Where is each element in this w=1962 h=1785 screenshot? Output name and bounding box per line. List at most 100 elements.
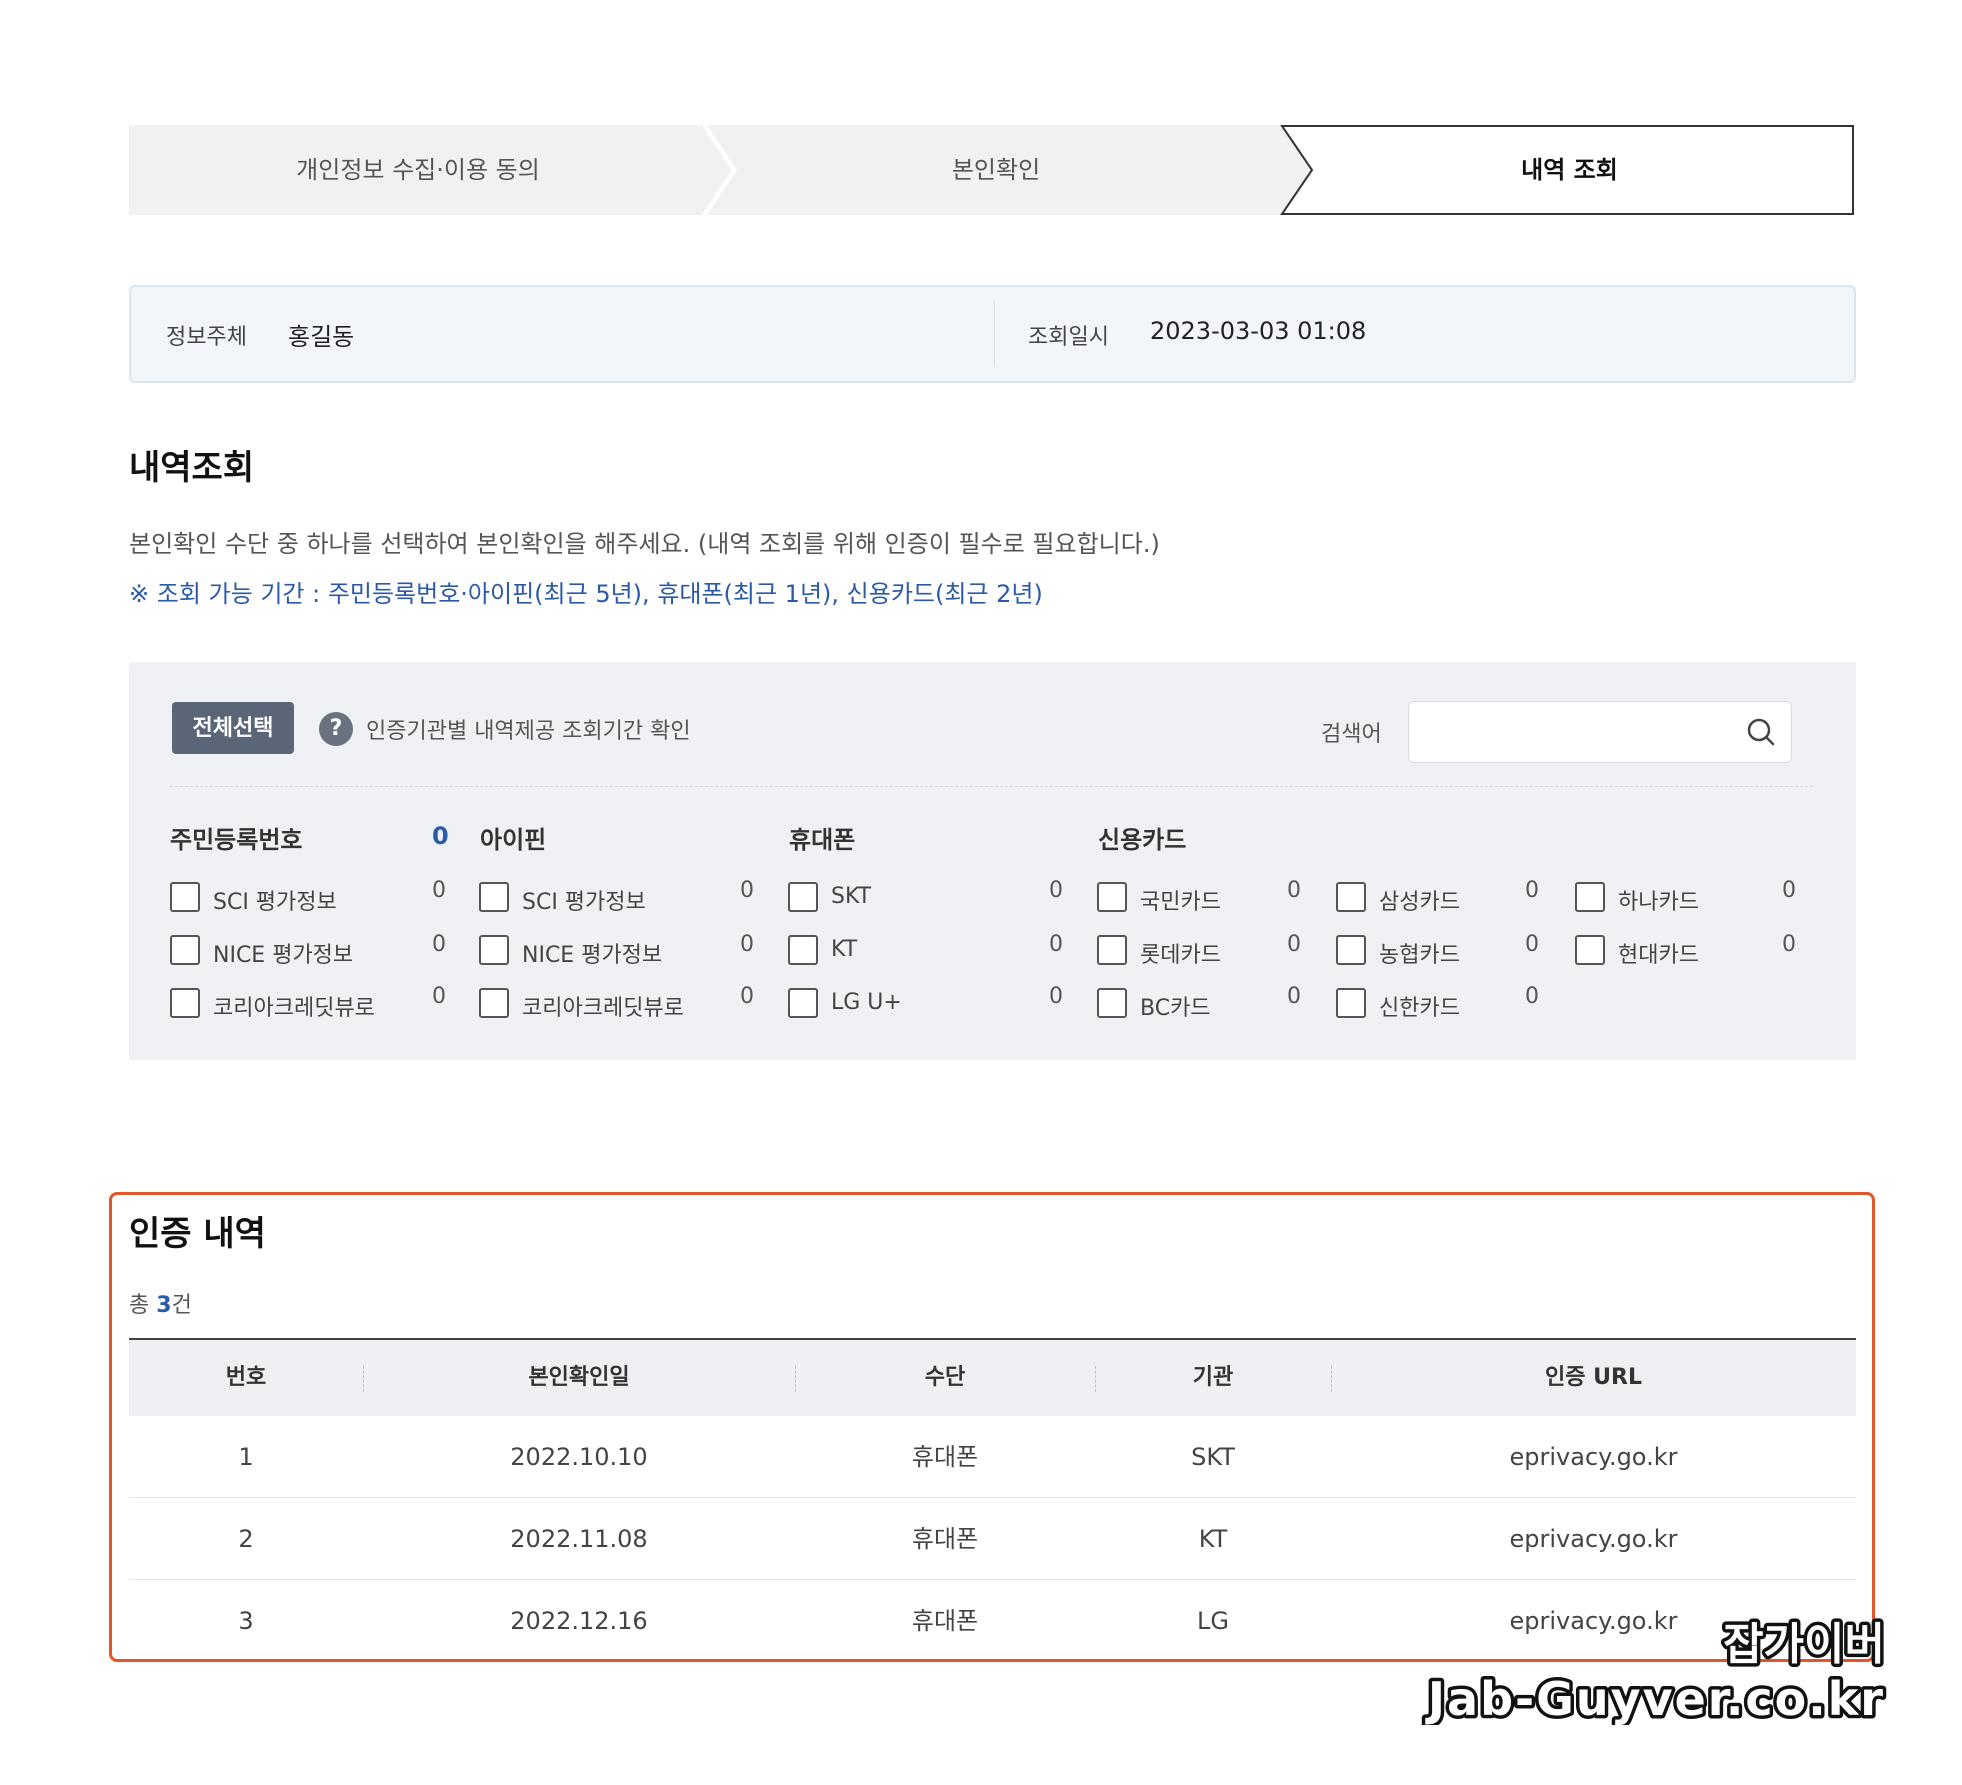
info-summary-box: 정보주체 홍길동 조회일시 2023-03-03 01:08 — [129, 285, 1856, 383]
checkbox-count: 0 — [432, 984, 446, 1009]
search-input[interactable] — [1409, 702, 1739, 762]
checkbox-count: 0 — [432, 932, 446, 957]
checkbox-label: NICE 평가정보 — [213, 943, 354, 968]
checkbox-label: LG U+ — [831, 990, 902, 1015]
step-consent: 개인정보 수집·이용 동의 — [296, 156, 540, 184]
cell-agency: KT — [1198, 1525, 1228, 1553]
total-number: 3 — [156, 1293, 172, 1318]
checkbox-count: 0 — [1525, 878, 1539, 903]
watermark-line-1: 잡가이버 — [1723, 1619, 1885, 1670]
checkbox-count: 0 — [1287, 984, 1301, 1009]
checkbox-label: KT — [831, 937, 858, 962]
checkbox-ipin-sci[interactable] — [479, 882, 509, 912]
search-icon[interactable] — [1744, 715, 1778, 749]
checkbox-resident-nice[interactable] — [170, 935, 200, 965]
checkbox-label: SCI 평가정보 — [522, 890, 646, 915]
checkbox-count: 0 — [740, 878, 754, 903]
cell-url[interactable]: eprivacy.go.kr — [1331, 1498, 1856, 1580]
column-header-number: 번호 — [225, 1365, 267, 1390]
checkbox-card-samsung[interactable] — [1336, 882, 1366, 912]
checkbox-card-bc[interactable] — [1097, 988, 1127, 1018]
step-history: 내역 조회 — [1521, 156, 1618, 184]
checkbox-label: 국민카드 — [1140, 890, 1221, 915]
period-notice: ※ 조회 가능 기간 : 주민등록번호·아이핀(최근 5년), 휴대폰(최근 1… — [129, 580, 1043, 608]
checkbox-phone-skt[interactable] — [788, 882, 818, 912]
checkbox-label: 신한카드 — [1379, 996, 1460, 1021]
table-row: 1 2022.10.10 휴대폰 SKT eprivacy.go.kr — [129, 1416, 1856, 1498]
cell-agency: SKT — [1191, 1443, 1235, 1471]
panel-divider — [170, 786, 1813, 787]
select-all-button[interactable]: 전체선택 — [172, 702, 294, 754]
checkbox-count: 0 — [1782, 878, 1796, 903]
checkbox-card-shinhan[interactable] — [1336, 988, 1366, 1018]
section-description: 본인확인 수단 중 하나를 선택하여 본인확인을 해주세요. (내역 조회를 위… — [129, 530, 1160, 558]
column-header-method: 수단 — [924, 1365, 966, 1390]
checkbox-label: SCI 평가정보 — [213, 890, 337, 915]
checkbox-label: 코리아크레딧뷰로 — [522, 996, 684, 1021]
cell-agency: LG — [1197, 1607, 1229, 1635]
checkbox-count: 0 — [1287, 932, 1301, 957]
search-label: 검색어 — [1321, 722, 1382, 747]
cell-url[interactable]: eprivacy.go.kr — [1331, 1416, 1856, 1498]
query-date-label: 조회일시 — [1028, 325, 1109, 350]
checkbox-card-kookmin[interactable] — [1097, 882, 1127, 912]
checkbox-label: NICE 평가정보 — [522, 943, 663, 968]
checkbox-card-nonghyup[interactable] — [1336, 935, 1366, 965]
total-prefix: 총 — [129, 1293, 150, 1318]
checkbox-count: 0 — [740, 932, 754, 957]
search-box — [1408, 701, 1792, 763]
checkbox-count: 0 — [740, 984, 754, 1009]
cell-method: 휴대폰 — [911, 1607, 979, 1635]
checkbox-count: 0 — [1525, 984, 1539, 1009]
checkbox-count: 0 — [1287, 878, 1301, 903]
checkbox-count: 0 — [1782, 932, 1796, 957]
total-suffix: 건 — [171, 1293, 192, 1318]
checkbox-card-lotte[interactable] — [1097, 935, 1127, 965]
checkbox-label: 롯데카드 — [1140, 943, 1221, 968]
info-divider — [994, 301, 995, 367]
checkbox-label: 삼성카드 — [1379, 890, 1460, 915]
watermark-logo: 잡가이버 Jab-Guyver.co.kr — [1421, 1616, 1888, 1726]
group-title-ipin: 아이핀 — [480, 826, 547, 854]
checkbox-card-hana[interactable] — [1575, 882, 1605, 912]
table-header: 번호 본인확인일 수단 기관 인증 URL — [129, 1338, 1856, 1416]
checkbox-label: SKT — [831, 884, 872, 909]
history-table: 번호 본인확인일 수단 기관 인증 URL 1 2022.10.10 휴대폰 S… — [129, 1338, 1856, 1662]
help-icon[interactable]: ? — [319, 712, 353, 746]
checkbox-count: 0 — [1049, 984, 1063, 1009]
checkbox-label: 하나카드 — [1618, 890, 1699, 915]
checkbox-ipin-kcb[interactable] — [479, 988, 509, 1018]
checkbox-card-hyundai[interactable] — [1575, 935, 1605, 965]
checkbox-count: 0 — [432, 878, 446, 903]
cell-number: 2 — [238, 1525, 254, 1553]
checkbox-label: BC카드 — [1140, 996, 1211, 1021]
cell-date: 2022.10.10 — [510, 1443, 648, 1471]
help-link[interactable]: 인증기관별 내역제공 조회기간 확인 — [366, 713, 691, 745]
cell-date: 2022.11.08 — [510, 1525, 648, 1553]
checkbox-ipin-nice[interactable] — [479, 935, 509, 965]
checkbox-count: 0 — [1049, 932, 1063, 957]
cell-number: 3 — [238, 1607, 254, 1635]
column-header-date: 본인확인일 — [528, 1365, 630, 1390]
checkbox-count: 0 — [1525, 932, 1539, 957]
column-header-agency: 기관 — [1192, 1365, 1234, 1390]
cell-method: 휴대폰 — [911, 1443, 979, 1471]
checkbox-resident-sci[interactable] — [170, 882, 200, 912]
checkbox-phone-lgu[interactable] — [788, 988, 818, 1018]
step-verification: 본인확인 — [951, 156, 1041, 184]
total-count: 총 3건 — [129, 1287, 192, 1319]
subject-label: 정보주체 — [166, 325, 247, 350]
checkbox-count: 0 — [1049, 878, 1063, 903]
group-title-resident: 주민등록번호 — [170, 826, 303, 854]
checkbox-phone-kt[interactable] — [788, 935, 818, 965]
table-row: 2 2022.11.08 휴대폰 KT eprivacy.go.kr — [129, 1498, 1856, 1580]
checkbox-label: 코리아크레딧뷰로 — [213, 996, 375, 1021]
progress-stepper: 개인정보 수집·이용 동의 본인확인 내역 조회 — [129, 125, 1854, 215]
query-date-value: 2023-03-03 01:08 — [1150, 317, 1367, 345]
group-title-phone: 휴대폰 — [789, 826, 856, 854]
cell-date: 2022.12.16 — [510, 1607, 648, 1635]
checkbox-resident-kcb[interactable] — [170, 988, 200, 1018]
cell-method: 휴대폰 — [911, 1525, 979, 1553]
section-title: 내역조회 — [129, 448, 255, 488]
cell-number: 1 — [238, 1443, 254, 1471]
